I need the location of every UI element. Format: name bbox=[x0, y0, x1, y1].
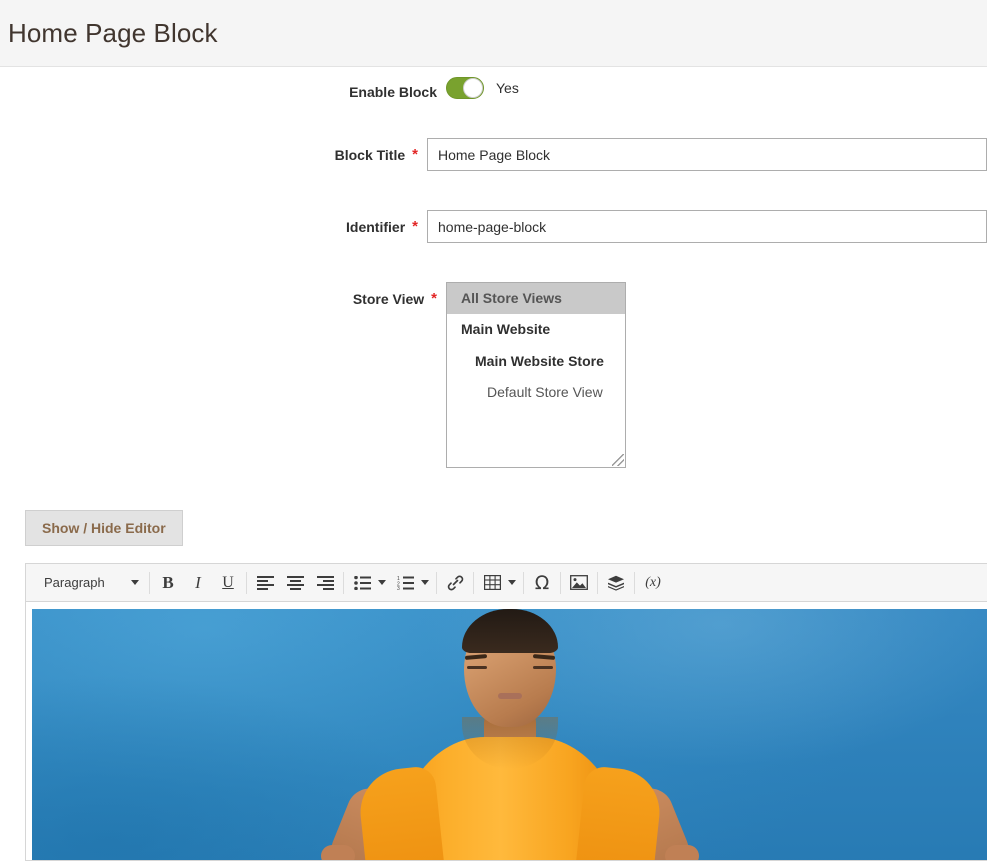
insert-link-icon[interactable] bbox=[440, 568, 470, 598]
enable-block-label-text: Enable Block bbox=[349, 84, 437, 100]
show-hide-editor-button[interactable]: Show / Hide Editor bbox=[25, 510, 183, 546]
right-hand bbox=[665, 845, 699, 860]
format-select-value: Paragraph bbox=[44, 575, 105, 590]
toolbar-separator bbox=[149, 571, 150, 594]
left-hand bbox=[321, 845, 355, 860]
block-title-label: Block Title * bbox=[0, 138, 418, 171]
hero-image bbox=[32, 609, 987, 860]
insert-widget-icon[interactable] bbox=[601, 568, 631, 598]
bullet-list-icon[interactable] bbox=[347, 568, 377, 598]
hair bbox=[462, 609, 558, 653]
editor-toggle-wrap: Show / Hide Editor bbox=[0, 510, 987, 546]
align-right-icon[interactable] bbox=[310, 568, 340, 598]
toolbar-separator bbox=[473, 571, 474, 594]
toolbar-separator bbox=[634, 571, 635, 594]
editor-toolbar: Paragraph B I U 1 2 3 Ω (x) bbox=[26, 564, 987, 602]
align-left-icon[interactable] bbox=[250, 568, 280, 598]
block-form: Enable Block Yes Block Title * Identifie… bbox=[0, 77, 987, 468]
store-view-label: Store View * bbox=[0, 282, 437, 315]
left-shoulder bbox=[356, 765, 444, 860]
toolbar-separator bbox=[560, 571, 561, 594]
page-header: Home Page Block bbox=[0, 0, 987, 67]
toolbar-separator bbox=[343, 571, 344, 594]
right-shoulder bbox=[576, 765, 664, 860]
field-row-identifier: Identifier * bbox=[0, 210, 987, 243]
store-view-multiselect[interactable]: All Store Views Main Website Main Website … bbox=[446, 282, 626, 468]
svg-text:3: 3 bbox=[397, 586, 400, 590]
wysiwyg-editor: Paragraph B I U 1 2 3 Ω (x) bbox=[25, 563, 987, 861]
insert-image-icon[interactable] bbox=[564, 568, 594, 598]
insert-variable-icon[interactable]: (x) bbox=[638, 568, 668, 598]
enable-block-label: Enable Block bbox=[0, 77, 437, 107]
store-view-option[interactable]: Default Store View bbox=[447, 377, 625, 408]
mouth bbox=[498, 693, 522, 699]
enable-block-toggle[interactable] bbox=[446, 77, 484, 99]
format-select[interactable]: Paragraph bbox=[34, 568, 146, 598]
editor-content-area[interactable] bbox=[26, 602, 987, 860]
store-view-option[interactable]: Main Website bbox=[447, 314, 625, 345]
identifier-input[interactable] bbox=[427, 210, 987, 243]
resize-grip-icon[interactable] bbox=[612, 454, 624, 466]
block-title-input[interactable] bbox=[427, 138, 987, 171]
enable-block-control: Yes bbox=[437, 77, 987, 99]
italic-icon[interactable]: I bbox=[183, 568, 213, 598]
field-row-block-title: Block Title * bbox=[0, 138, 987, 171]
page-title: Home Page Block bbox=[8, 17, 218, 48]
bullet-list-chevron-down-icon[interactable] bbox=[378, 580, 386, 585]
special-character-icon[interactable]: Ω bbox=[527, 568, 557, 598]
field-row-enable-block: Enable Block Yes bbox=[0, 77, 987, 107]
underline-icon[interactable]: U bbox=[213, 568, 243, 598]
identifier-label: Identifier * bbox=[0, 210, 418, 243]
meditating-woman-figure bbox=[321, 609, 699, 860]
field-row-store-view: Store View * All Store Views Main Website… bbox=[0, 282, 987, 468]
bold-icon[interactable]: B bbox=[153, 568, 183, 598]
toolbar-separator bbox=[246, 571, 247, 594]
toolbar-separator bbox=[436, 571, 437, 594]
enable-block-toggle-wrap: Yes bbox=[446, 77, 987, 99]
block-title-label-text: Block Title bbox=[334, 146, 406, 163]
insert-table-icon[interactable] bbox=[477, 568, 507, 598]
insert-table-chevron-down-icon[interactable] bbox=[508, 580, 516, 585]
numbered-list-chevron-down-icon[interactable] bbox=[421, 580, 429, 585]
numbered-list-icon[interactable]: 1 2 3 bbox=[390, 568, 420, 598]
toolbar-separator bbox=[597, 571, 598, 594]
enable-block-toggle-state: Yes bbox=[496, 80, 519, 96]
store-view-control: All Store Views Main Website Main Website … bbox=[437, 282, 987, 468]
toggle-knob bbox=[463, 78, 483, 98]
store-view-label-text: Store View bbox=[352, 290, 425, 307]
identifier-label-text: Identifier bbox=[346, 218, 406, 235]
identifier-control bbox=[418, 210, 987, 243]
store-view-option[interactable]: All Store Views bbox=[447, 283, 625, 315]
align-center-icon[interactable] bbox=[280, 568, 310, 598]
toolbar-separator bbox=[523, 571, 524, 594]
right-eye-closed bbox=[533, 666, 553, 669]
block-title-control bbox=[418, 138, 987, 171]
store-view-option[interactable]: Main Website Store bbox=[447, 346, 625, 377]
left-eye-closed bbox=[467, 666, 487, 669]
chevron-down-icon bbox=[131, 580, 139, 585]
